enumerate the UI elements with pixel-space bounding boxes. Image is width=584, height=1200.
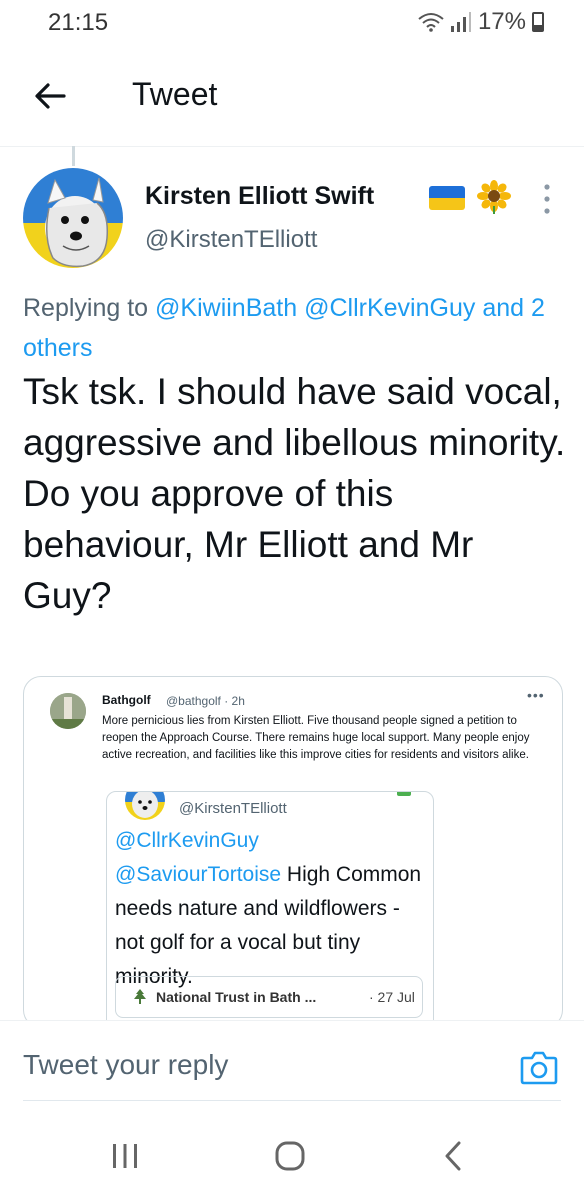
attached-image[interactable]: Bathgolf @bathgolf · 2h ••• More pernici…: [23, 676, 563, 1028]
quoted-badge: [397, 792, 411, 796]
battery-icon: [532, 12, 544, 32]
embedded-text: More pernicious lies from Kirsten Elliot…: [102, 715, 530, 761]
replying-to: Replying to @KiwiinBath @CllrKevinGuy an…: [23, 288, 568, 368]
home-icon: [275, 1141, 305, 1171]
status-bar: 21:15 17%: [0, 0, 584, 46]
quoted-avatar: [125, 792, 165, 820]
arrow-left-icon[interactable]: [28, 74, 72, 118]
recents-icon: [113, 1144, 137, 1168]
chevron-left-icon: [445, 1141, 461, 1171]
wifi-icon: [418, 13, 444, 32]
more-vertical-icon[interactable]: [540, 182, 554, 216]
quoted-mention: @SaviourTortoise: [115, 863, 282, 886]
sunflower-icon: [477, 180, 511, 214]
mention-link[interactable]: @CllrKevinGuy: [304, 294, 475, 322]
thread-connector: [72, 146, 75, 166]
quoted-link-source: National Trust in Bath ...: [156, 989, 317, 1005]
page-title: Tweet: [132, 76, 218, 112]
app-bar: Tweet: [0, 46, 584, 147]
embedded-author-meta: @bathgolf · 2h: [166, 694, 245, 708]
quoted-tweet: @KirstenTElliott @CllrKevinGuy @SaviourT…: [106, 791, 434, 1027]
system-nav-bar: [0, 1110, 584, 1200]
battery-percent: 17%: [477, 8, 526, 35]
signal-icon: [450, 12, 471, 32]
quoted-handle: @KirstenTElliott: [179, 800, 287, 817]
status-icons: 17%: [418, 8, 544, 36]
reply-divider: [23, 1100, 561, 1101]
quoted-text: @CllrKevinGuy @SaviourTortoise High Comm…: [115, 824, 427, 994]
quoted-link-card: National Trust in Bath ... · 27 Jul: [115, 976, 423, 1018]
mention-link[interactable]: @KiwiinBath: [155, 294, 297, 322]
author-name[interactable]: Kirsten Elliott Swift: [145, 182, 374, 211]
reply-input[interactable]: [23, 1049, 483, 1081]
national-trust-icon: [134, 989, 146, 1004]
replying-prefix: Replying to: [23, 294, 149, 322]
quoted-mention: @CllrKevinGuy: [115, 829, 259, 852]
reply-bar: [0, 1020, 584, 1105]
embedded-more-icon: •••: [527, 687, 545, 703]
tweet-text: Tsk tsk. I should have said vocal, aggre…: [23, 371, 566, 616]
nav-back-button[interactable]: [428, 1134, 478, 1178]
recents-button[interactable]: [100, 1134, 150, 1178]
ukraine-flag-icon: [429, 186, 465, 210]
home-button[interactable]: [265, 1134, 315, 1178]
avatar[interactable]: [23, 168, 123, 268]
quoted-link-date: · 27 Jul: [369, 989, 415, 1005]
author-handle[interactable]: @KirstenTElliott: [145, 226, 317, 254]
embedded-author-name: Bathgolf: [102, 693, 151, 707]
embedded-avatar: [50, 693, 86, 729]
camera-icon[interactable]: [520, 1049, 558, 1085]
status-time: 21:15: [48, 9, 109, 36]
